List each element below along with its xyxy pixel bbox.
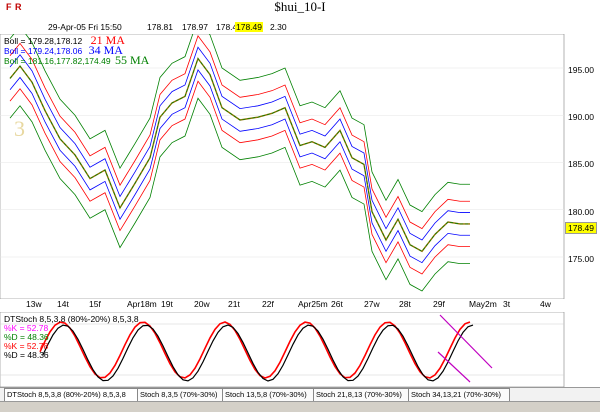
x-tick: 26t [331, 299, 343, 309]
y-tick-185: 185.00 [568, 159, 594, 169]
tab-f[interactable]: F [6, 2, 12, 12]
x-tick: 28t [399, 299, 411, 309]
x-tick: Apr25m [298, 299, 328, 309]
tab-stoch-21-8-13[interactable]: Stoch 21,8,13 (70%-30%) [313, 388, 411, 402]
y-tick-175: 175.00 [568, 254, 594, 264]
last-price-badge: 178.49 [565, 222, 597, 234]
window-title: $hui_10-I [274, 0, 326, 14]
tab-stoch-13-5-8[interactable]: Stoch 13,5,8 (70%-30%) [222, 388, 316, 402]
chart-window: $hui_10-I F R 29-Apr-05 Fri 15:50 178.81… [0, 0, 600, 412]
legend-ma-55: 55 MA [114, 53, 150, 67]
x-tick: 14t [57, 299, 69, 309]
legend-boll-55-label: Boll = 181.16,177.82,174.49 [4, 56, 111, 66]
quote-date: 29-Apr-05 Fri 15:50 [48, 22, 122, 32]
tab-stoch-8-3-5[interactable]: Stoch 8,3,5 (70%-30%) [137, 388, 225, 402]
tab-dtstoch[interactable]: DTStoch 8,5,3,8 (80%-20%) 8,5,3,8 [4, 388, 140, 402]
x-tick: Apr18m [127, 299, 157, 309]
x-tick: 29f [433, 299, 445, 309]
x-tick: 15f [89, 299, 101, 309]
quote-close: 178.49 [235, 22, 263, 32]
quote-open: 178.81 [147, 22, 173, 32]
quote-change: 2.30 [270, 22, 287, 32]
legend-boll-55: Boll = 181.16,177.82,174.49 55 MA [4, 53, 150, 67]
quote-high: 178.97 [182, 22, 208, 32]
x-tick: 27w [364, 299, 380, 309]
x-tick: 19t [161, 299, 173, 309]
osc-d2: %D = 48.36 [4, 350, 49, 360]
y-tick-180: 180.00 [568, 207, 594, 217]
horizontal-scrollbar[interactable] [0, 401, 600, 412]
y-tick-195: 195.00 [568, 65, 594, 75]
x-tick: 20w [194, 299, 210, 309]
x-tick: 21t [228, 299, 240, 309]
price-chart[interactable] [0, 34, 600, 299]
watermark-digit: 3 [14, 116, 25, 141]
x-tick: 3t [503, 299, 511, 309]
x-tick: 13w [26, 299, 42, 309]
y-tick-190: 190.00 [568, 112, 594, 122]
x-tick: 22f [262, 299, 274, 309]
tab-r[interactable]: R [15, 2, 22, 12]
x-tick: May2m [469, 299, 497, 309]
tab-stoch-34-13-21[interactable]: Stoch 34,13,21 (70%-30%) [408, 388, 510, 402]
x-tick: 4w [540, 299, 551, 309]
